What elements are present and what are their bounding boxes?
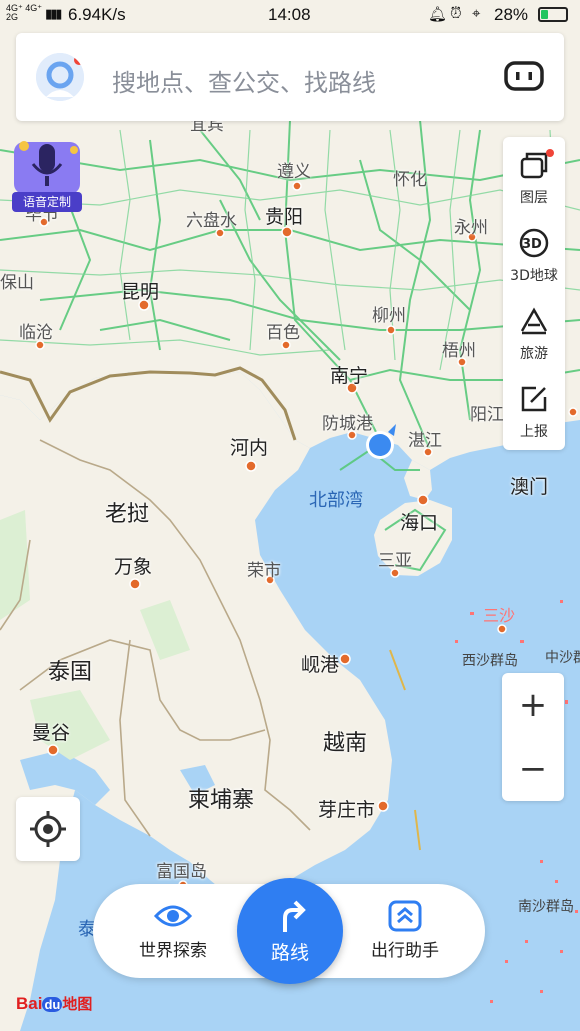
eye-icon: [153, 905, 193, 927]
signal-icon: ▮▮▮: [45, 6, 63, 21]
voice-customize-badge[interactable]: 语音定制: [12, 136, 82, 212]
baidu-map-logo: Bai du 地图: [16, 993, 92, 1014]
map-label-fangchenggang[interactable]: 防城港: [322, 409, 373, 434]
map-label-baise[interactable]: 百色: [266, 318, 300, 343]
svg-text:3D: 3D: [522, 237, 542, 252]
battery-percent: 28%: [494, 5, 529, 24]
layers-notification-dot: [546, 149, 554, 157]
layers-label: 图层: [520, 190, 548, 206]
map-label-zunyi[interactable]: 遵义: [277, 157, 311, 182]
map-label-baoshan[interactable]: 保山: [0, 268, 34, 293]
travel-assistant-icon: [388, 900, 422, 932]
voice-customize-label: 语音定制: [12, 192, 82, 212]
map-label-xisha[interactable]: 西沙群岛: [462, 650, 518, 670]
clock: 14:08: [268, 5, 311, 24]
layers-button[interactable]: 图层: [503, 137, 565, 215]
search-bar[interactable]: 搜地点、查公交、找路线: [16, 33, 564, 121]
map-label-yongzhou[interactable]: 永州: [454, 213, 488, 238]
map-label-sansha[interactable]: 三沙: [483, 602, 515, 626]
route-button[interactable]: 路线: [237, 878, 343, 984]
zoom-in-button[interactable]: +: [502, 673, 564, 737]
zoom-controls: + −: [502, 673, 564, 801]
network-speed: 6.94K/s: [68, 5, 126, 24]
map-label-phuquoc[interactable]: 富国岛: [156, 857, 207, 882]
map-label-wuzhou[interactable]: 梧州: [442, 336, 476, 361]
alarm-icon: ⏰︎: [450, 5, 462, 22]
network-indicator: 4G⁺ 4G⁺ 2G: [6, 3, 43, 22]
robot-assistant-icon[interactable]: [504, 59, 544, 93]
map-label-beibu-gulf: 北部湾: [309, 490, 363, 511]
logo-text-map: 地图: [62, 996, 93, 1013]
map-label-guiyang[interactable]: 贵阳: [265, 202, 303, 229]
zoom-out-button[interactable]: −: [502, 737, 564, 801]
map-label-cambodia[interactable]: 柬埔寨: [188, 782, 254, 814]
map-label-zhanjiang[interactable]: 湛江: [408, 426, 442, 451]
map-label-nanning[interactable]: 南宁: [330, 361, 368, 388]
map-label-yangjiang[interactable]: 阳江: [470, 400, 504, 425]
world-explore-label: 世界探索: [139, 941, 207, 961]
travel-assistant-label: 出行助手: [371, 941, 439, 961]
map-label-liupanshui[interactable]: 六盘水: [186, 206, 237, 231]
route-label: 路线: [270, 942, 309, 964]
map-label-zhongsha[interactable]: 中沙群岛: [545, 647, 580, 667]
map-label-nansha[interactable]: 南沙群岛: [518, 896, 574, 916]
status-bar: 4G⁺ 4G⁺ 2G ▮▮▮ 6.94K/s 14:08 🔔︎ ⏰︎ ⌖ 28%: [0, 0, 580, 30]
map-label-vietnam[interactable]: 越南: [323, 725, 367, 757]
map-label-sanya[interactable]: 三亚: [378, 546, 412, 571]
travel-icon: [520, 307, 548, 335]
map-label-hanoi[interactable]: 河内: [230, 433, 268, 460]
map-label-lincang[interactable]: 临沧: [19, 318, 53, 343]
report-icon: [521, 386, 547, 412]
map-label-kunming[interactable]: 昆明: [121, 277, 159, 304]
user-avatar[interactable]: [36, 53, 84, 101]
map-canvas[interactable]: [0, 0, 580, 1031]
3d-globe-label: 3D地球: [510, 268, 558, 284]
location-pin-icon: ⌖: [472, 5, 481, 22]
travel-label: 旅游: [520, 346, 548, 362]
map-label-liuzhou[interactable]: 柳州: [372, 301, 406, 326]
travel-button[interactable]: 旅游: [503, 293, 565, 371]
microphone-icon: [14, 141, 80, 194]
3d-globe-icon: 3D: [519, 228, 549, 258]
map-label-vinh[interactable]: 荣市: [247, 556, 281, 581]
travel-assistant-button[interactable]: 出行助手: [345, 884, 465, 978]
map-label-macau[interactable]: 澳门: [510, 472, 548, 499]
route-arrow-icon: [283, 900, 306, 932]
crosshair-icon: [30, 811, 66, 847]
3d-globe-button[interactable]: 3D 3D地球: [503, 215, 565, 293]
map-label-danang[interactable]: 岘港: [301, 650, 339, 677]
map-label-bangkok[interactable]: 曼谷: [32, 718, 70, 745]
map-label-nhatrang[interactable]: 芽庄市: [318, 795, 375, 822]
report-button[interactable]: 上报: [503, 371, 565, 449]
battery-icon: [538, 7, 568, 22]
map-label-huaihua[interactable]: 怀化: [393, 165, 427, 190]
map-label-vientiane[interactable]: 万象: [114, 552, 152, 579]
map-label-thailand[interactable]: 泰国: [48, 654, 92, 686]
report-label: 上报: [520, 424, 548, 440]
search-input[interactable]: 搜地点、查公交、找路线: [112, 63, 376, 98]
bell-icon: 🔔︎: [428, 6, 448, 23]
map-label-laos[interactable]: 老挝: [105, 496, 149, 528]
logo-text-du: du: [42, 997, 63, 1012]
locate-me-button[interactable]: [16, 797, 80, 861]
map-label-haikou[interactable]: 海口: [400, 508, 438, 535]
notification-dot: [74, 55, 84, 65]
world-explore-button[interactable]: 世界探索: [113, 884, 233, 978]
map-tools-panel: 图层 3D 3D地球 旅游 上报: [503, 137, 565, 450]
logo-text-bai: Bai: [16, 994, 43, 1013]
